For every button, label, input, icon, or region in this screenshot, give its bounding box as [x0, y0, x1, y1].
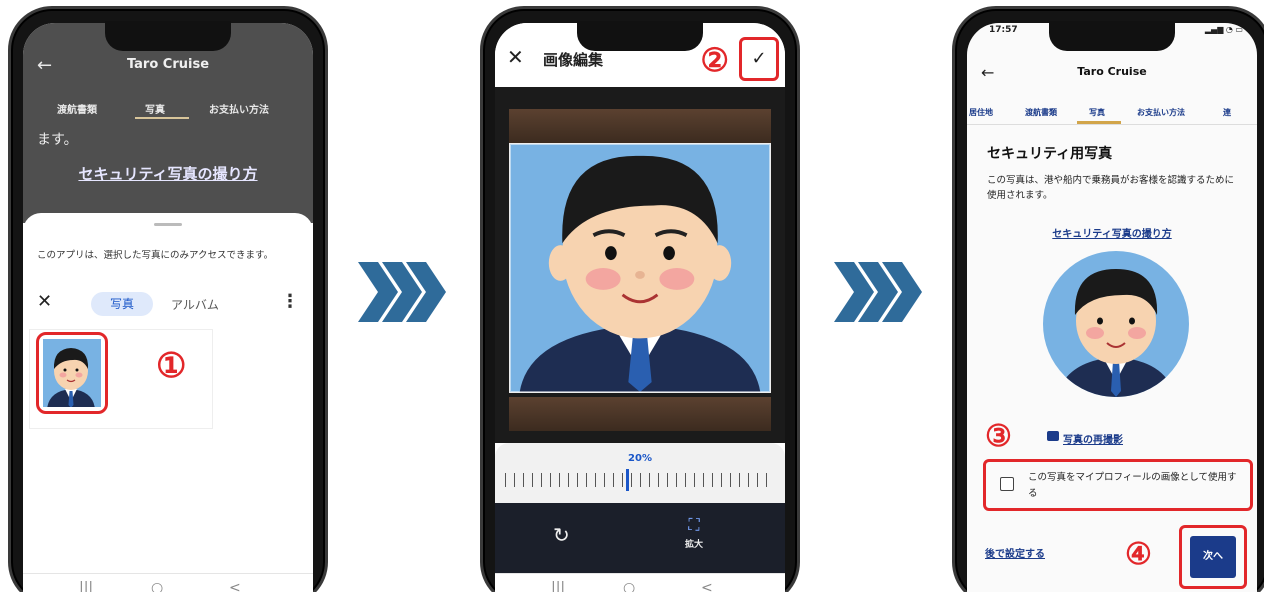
- description: この写真は、港や船内で乗務員がお客様を認識するために使用されます。: [987, 175, 1235, 201]
- sheet-handle[interactable]: [154, 223, 182, 226]
- more-options-icon[interactable]: ⋮: [281, 291, 299, 312]
- confirm-check-button[interactable]: ✓: [739, 37, 779, 81]
- signal-wifi-battery-icon: ▂▄▆ ◔ ▭: [1204, 25, 1243, 34]
- app-title: Taro Cruise: [1077, 65, 1147, 78]
- next-button-highlight: 次へ: [1179, 525, 1247, 589]
- edit-title: 画像編集: [543, 51, 604, 69]
- security-photo-link[interactable]: セキュリティ写真の撮り方: [967, 225, 1257, 240]
- home-button[interactable]: ○: [151, 580, 163, 592]
- step-marker-3: ③: [985, 419, 1012, 454]
- tab-documents[interactable]: 渡航書類: [57, 101, 97, 116]
- phone-notch: [105, 21, 231, 51]
- screen-security-photo: 17:57 ▂▄▆ ◔ ▭ ← Taro Cruise 居住地 渡航書類 写真 …: [967, 23, 1257, 592]
- body-text: ます。: [37, 132, 78, 148]
- tab-payment[interactable]: お支払い方法: [209, 101, 269, 116]
- tab-documents[interactable]: 渡航書類: [1025, 107, 1057, 118]
- back-button[interactable]: <: [229, 580, 241, 592]
- system-nav-bar: ||| ○ <: [495, 573, 785, 592]
- access-note: このアプリは、選択した写真にのみアクセスできます。: [37, 250, 274, 261]
- tab-photo[interactable]: 写真: [1089, 107, 1105, 118]
- photo-grid: ①: [29, 329, 213, 429]
- tab-underline: [1077, 121, 1121, 124]
- recents-button[interactable]: |||: [79, 580, 93, 592]
- tab-albums[interactable]: アルバム: [171, 296, 219, 313]
- zoom-percent: 20%: [628, 453, 652, 464]
- tab-photo[interactable]: 写真: [145, 101, 165, 116]
- expand-icon: ⛶: [688, 515, 700, 534]
- recents-button[interactable]: |||: [551, 580, 565, 592]
- next-button[interactable]: 次へ: [1190, 536, 1236, 578]
- page-title: セキュリティ用写真: [987, 146, 1113, 162]
- use-as-profile-option: この写真をマイプロフィールの画像として使用する: [983, 459, 1253, 511]
- tab-underline: [135, 117, 189, 119]
- tab-bar: 居住地 渡航書類 写真 お支払い方法 連: [967, 103, 1257, 125]
- tab-more[interactable]: 連: [1223, 107, 1231, 118]
- tab-payment[interactable]: お支払い方法: [1137, 107, 1185, 118]
- picker-toolbar: ✕ 写真 アルバム ⋮: [23, 283, 313, 323]
- back-button[interactable]: <: [701, 580, 713, 592]
- dimmed-background: ← Taro Cruise 渡航書類 写真 お支払い方法 ます。 セキュリティ写…: [23, 23, 313, 223]
- phone-frame-2: ✕ 画像編集 ② ✓ 20% ↻ ⛶ 拡大 ||| ○ <: [480, 6, 800, 592]
- next-step-chevrons-1: [358, 262, 446, 322]
- app-header: ← Taro Cruise: [23, 55, 313, 81]
- security-photo-link[interactable]: セキュリティ写真の撮り方: [23, 163, 313, 184]
- system-nav-bar: ||| ○ <: [23, 573, 313, 592]
- edit-toolbar: ↻ ⛶ 拡大: [495, 503, 785, 573]
- step-marker-2: ②: [700, 41, 729, 79]
- next-step-chevrons-2: [834, 262, 922, 322]
- wood-background-bottom: [509, 397, 771, 431]
- close-icon[interactable]: ✕: [507, 45, 524, 69]
- step-marker-1: ①: [156, 346, 187, 386]
- close-icon[interactable]: ✕: [37, 291, 52, 312]
- slider-knob[interactable]: [626, 469, 629, 491]
- retake-photo-link[interactable]: 写真の再撮影: [1063, 431, 1123, 446]
- expand-button[interactable]: ⛶ 拡大: [685, 515, 703, 550]
- person-photo: [43, 339, 101, 407]
- home-button[interactable]: ○: [623, 580, 635, 592]
- app-header: ← Taro Cruise: [967, 63, 1257, 87]
- screen-image-edit: ✕ 画像編集 ② ✓ 20% ↻ ⛶ 拡大 ||| ○ <: [495, 23, 785, 592]
- phone-frame-3: 17:57 ▂▄▆ ◔ ▭ ← Taro Cruise 居住地 渡航書類 写真 …: [952, 6, 1264, 592]
- set-later-link[interactable]: 後で設定する: [985, 545, 1045, 560]
- phone-notch: [577, 21, 703, 51]
- businessman-illustration: [1057, 269, 1175, 397]
- camera-icon: [1047, 431, 1059, 441]
- app-title: Taro Cruise: [126, 57, 210, 72]
- checkbox-label[interactable]: この写真をマイプロフィールの画像として使用する: [1028, 470, 1238, 502]
- tab-residence[interactable]: 居住地: [969, 107, 993, 118]
- crop-frame[interactable]: [509, 143, 771, 393]
- tab-bar: 渡航書類 写真 お支払い方法: [23, 101, 313, 121]
- wood-background-top: [509, 109, 771, 143]
- check-icon: ✓: [751, 48, 767, 69]
- step-marker-4: ④: [1125, 537, 1152, 572]
- businessman-illustration: [47, 348, 95, 407]
- phone-frame-1: ← Taro Cruise 渡航書類 写真 お支払い方法 ます。 セキュリティ写…: [8, 6, 328, 592]
- photo-thumbnail[interactable]: [36, 332, 108, 414]
- slider-ticks[interactable]: [505, 473, 775, 487]
- status-time: 17:57: [989, 25, 1018, 35]
- image-canvas: [495, 87, 785, 443]
- screen-photo-picker: ← Taro Cruise 渡航書類 写真 お支払い方法 ます。 セキュリティ写…: [23, 23, 313, 592]
- rotate-icon[interactable]: ↻: [553, 523, 570, 547]
- profile-image-checkbox[interactable]: [1000, 477, 1014, 491]
- profile-photo-avatar: [1043, 251, 1189, 397]
- expand-label: 拡大: [685, 540, 704, 550]
- photo-picker-sheet: このアプリは、選択した写真にのみアクセスできます。 ✕ 写真 アルバム ⋮ ①: [23, 213, 313, 592]
- tab-photos[interactable]: 写真: [91, 292, 153, 316]
- zoom-slider[interactable]: 20%: [495, 443, 785, 503]
- phone-notch: [1049, 21, 1175, 51]
